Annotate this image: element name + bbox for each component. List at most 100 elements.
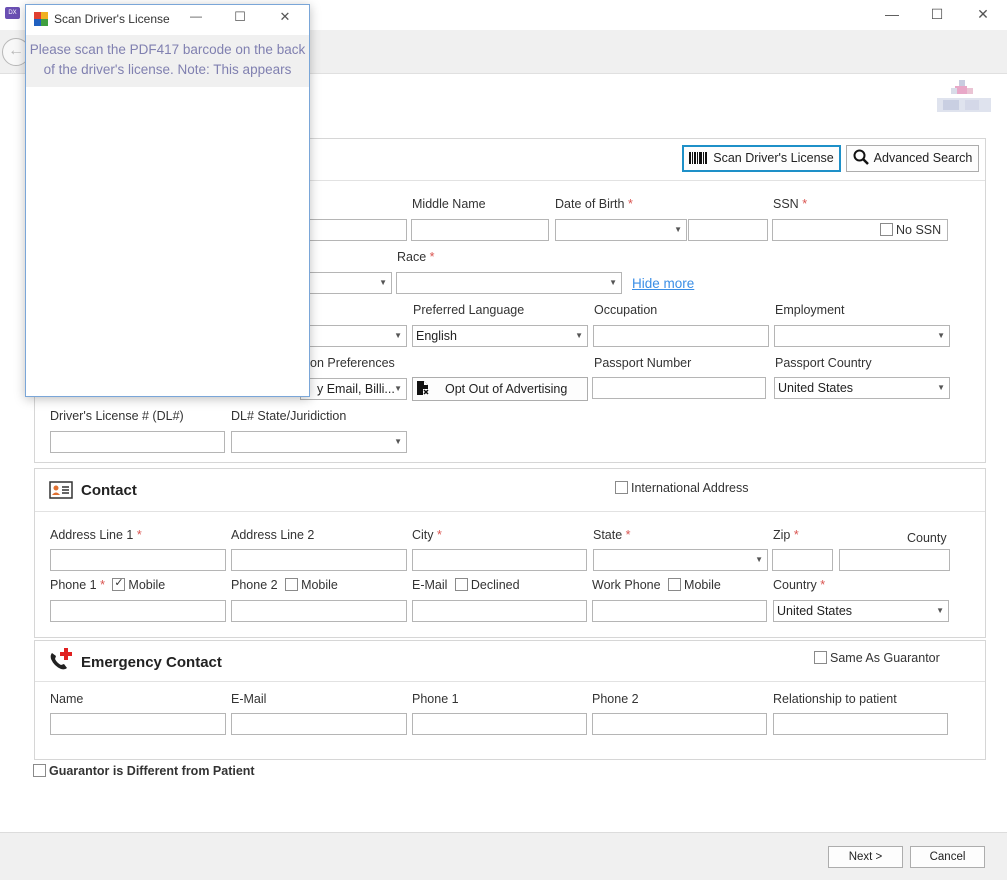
passport-country-select[interactable]: United States ▼ (774, 377, 950, 399)
emergency-phone-icon (50, 648, 72, 670)
contact-panel-divider (35, 511, 985, 512)
middle-name-label: Middle Name (412, 197, 486, 211)
scan-button-label: Scan Driver's License (713, 151, 834, 165)
chevron-down-icon: ▼ (379, 278, 387, 287)
window-close-button[interactable]: ✕ (960, 0, 1006, 30)
work-phone-input[interactable] (592, 600, 767, 622)
communication-preferences-select[interactable]: y Email, Billi... ▼ (300, 378, 407, 400)
international-address-checkbox-box[interactable] (615, 481, 628, 494)
middle-name-input[interactable] (411, 219, 549, 241)
email-input[interactable] (412, 600, 587, 622)
same-as-guarantor-checkbox-box[interactable] (814, 651, 827, 664)
first-name-input[interactable] (300, 219, 407, 241)
window-minimize-button[interactable]: — (869, 0, 915, 30)
chevron-down-icon: ▼ (755, 555, 763, 564)
chevron-down-icon: ▼ (937, 331, 945, 340)
county-input[interactable] (839, 549, 950, 571)
age-input[interactable] (688, 219, 768, 241)
advanced-search-label: Advanced Search (873, 151, 973, 165)
country-label: Country * (773, 578, 826, 592)
scan-license-dialog: Scan Driver's License — ☐ ✕ Please scan … (25, 4, 310, 397)
guarantor-different-checkbox-box[interactable] (33, 764, 46, 777)
app-logo-icon: DX (5, 7, 20, 19)
chevron-down-icon: ▼ (394, 437, 402, 446)
advanced-search-button[interactable]: Advanced Search (846, 145, 979, 172)
race-select[interactable]: ▼ (396, 272, 622, 294)
emergency-section-title: Emergency Contact (81, 654, 222, 671)
contact-card-icon (49, 481, 73, 499)
phone1-mobile-checkbox[interactable] (112, 576, 126, 591)
country-select[interactable]: United States ▼ (773, 600, 949, 622)
opt-out-label: Opt Out of Advertising (445, 382, 568, 396)
contact-section-title: Contact (81, 482, 137, 499)
emergency-relationship-input[interactable] (773, 713, 948, 735)
dob-date-picker[interactable]: ▼ (555, 219, 687, 241)
occupation-label: Occupation (594, 303, 658, 317)
email-declined-checkbox[interactable] (454, 578, 468, 591)
cancel-button[interactable]: Cancel (910, 846, 985, 868)
dialog-window-icon (34, 12, 48, 26)
dialog-maximize-button[interactable]: ☐ (228, 9, 252, 25)
chevron-down-icon: ▼ (936, 606, 944, 615)
zip-label: Zip * (773, 528, 799, 542)
guarantor-different-checkbox[interactable]: Guarantor is Different from Patient (33, 764, 255, 778)
chevron-down-icon: ▼ (937, 383, 945, 392)
dialog-title: Scan Driver's License (54, 12, 170, 26)
address2-label: Address Line 2 (231, 528, 315, 542)
emergency-phone1-input[interactable] (412, 713, 587, 735)
emergency-email-label: E-Mail (231, 692, 267, 706)
opt-out-advertising-button[interactable]: Opt Out of Advertising (412, 377, 588, 401)
ssn-label: SSN * (773, 197, 808, 211)
window-maximize-button[interactable]: ☐ (914, 0, 960, 30)
zip-input[interactable] (772, 549, 833, 571)
county-label: County (907, 531, 947, 545)
phone1-input[interactable] (50, 600, 226, 622)
emergency-name-label: Name (50, 692, 84, 706)
brand-logo-icon (937, 80, 991, 112)
dl-state-label: DL# State/Juridiction (231, 409, 347, 423)
emergency-email-input[interactable] (231, 713, 407, 735)
employment-label: Employment (775, 303, 845, 317)
address1-input[interactable] (50, 549, 226, 571)
emergency-relationship-label: Relationship to patient (773, 692, 897, 706)
emergency-phone2-input[interactable] (592, 713, 767, 735)
dl-number-input[interactable] (50, 431, 225, 453)
state-label: State * (593, 528, 631, 542)
emergency-phone1-label: Phone 1 (412, 692, 459, 706)
passport-number-input[interactable] (592, 377, 766, 399)
ethnicity-select[interactable]: ▼ (300, 325, 407, 347)
next-button[interactable]: Next > (828, 846, 903, 868)
passport-number-label: Passport Number (594, 356, 692, 370)
no-ssn-checkbox[interactable]: No SSN (880, 223, 941, 237)
dialog-minimize-button[interactable]: — (184, 9, 208, 23)
dialog-close-button[interactable]: ✕ (273, 9, 297, 25)
employment-select[interactable]: ▼ (774, 325, 950, 347)
phone2-label: Phone 2 Mobile (231, 578, 338, 592)
emergency-panel-divider (35, 681, 985, 682)
work-phone-label: Work Phone Mobile (592, 578, 721, 592)
chevron-down-icon: ▼ (609, 278, 617, 287)
preferred-language-select[interactable]: English ▼ (412, 325, 588, 347)
dialog-title-bar: Scan Driver's License — ☐ ✕ (26, 5, 309, 33)
address2-input[interactable] (231, 549, 407, 571)
barcode-icon (689, 152, 708, 164)
same-as-guarantor-checkbox[interactable]: Same As Guarantor (814, 651, 940, 665)
international-address-checkbox[interactable]: International Address (615, 481, 748, 495)
city-label: City * (412, 528, 442, 542)
gender-select[interactable]: ▼ (300, 272, 392, 294)
address1-label: Address Line 1 * (50, 528, 142, 542)
no-ssn-checkbox-box[interactable] (880, 223, 893, 236)
dl-number-label: Driver's License # (DL#) (50, 409, 184, 423)
city-input[interactable] (412, 549, 587, 571)
phone1-label: Phone 1 * Mobile (50, 576, 165, 592)
race-label: Race * (397, 250, 435, 264)
work-phone-mobile-checkbox[interactable] (668, 578, 682, 591)
scan-drivers-license-button[interactable]: Scan Driver's License (682, 145, 841, 172)
occupation-input[interactable] (593, 325, 769, 347)
phone2-input[interactable] (231, 600, 407, 622)
dl-state-select[interactable]: ▼ (231, 431, 407, 453)
state-select[interactable]: ▼ (593, 549, 768, 571)
emergency-name-input[interactable] (50, 713, 226, 735)
phone2-mobile-checkbox[interactable] (285, 578, 299, 591)
hide-more-link[interactable]: Hide more (632, 276, 694, 291)
